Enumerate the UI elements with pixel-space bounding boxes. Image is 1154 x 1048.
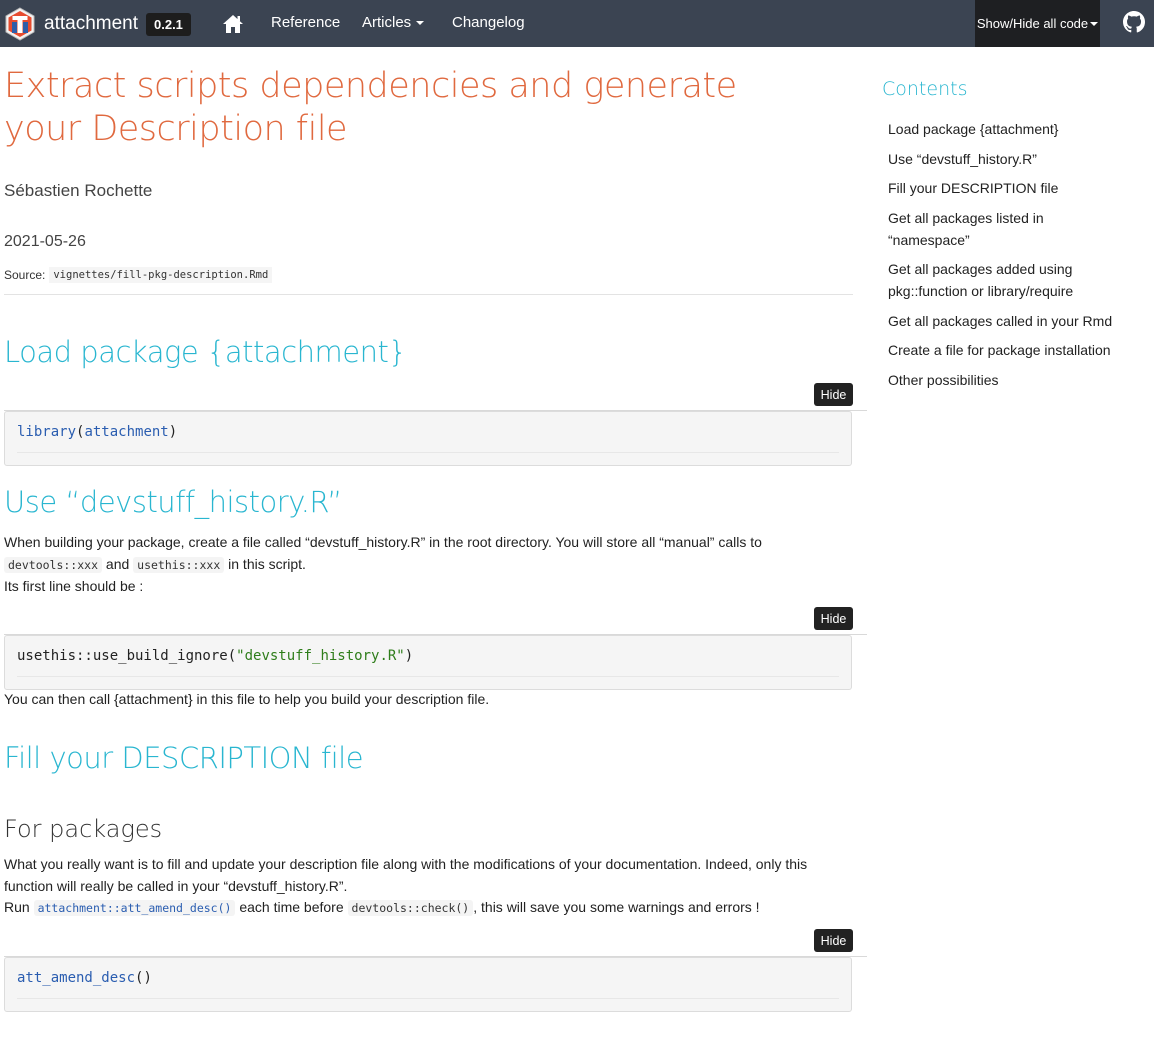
caret-down-icon [416,20,425,25]
home-icon[interactable] [221,12,245,36]
toc-item[interactable]: Fill your DESCRIPTION file [888,177,1118,199]
nav-reference[interactable]: Reference [271,14,340,31]
toc-item[interactable]: Other possibilities [888,369,1118,391]
toc-item[interactable]: Get all packages listed in “namespace” [888,207,1118,251]
code-block: library(attachment) [4,411,852,466]
heading-devstuff: Use “devstuff_history.R” [4,485,342,519]
brand-name[interactable]: attachment [44,13,138,35]
table-of-contents: Contents Load package {attachment} Use “… [882,78,1142,398]
navbar: attachment 0.2.1 Reference Articles Chan… [0,0,1154,47]
hide-code-button[interactable]: Hide [814,607,853,630]
toc-item[interactable]: Get all packages added using pkg::functi… [888,258,1118,302]
heading-for-packages: For packages [4,815,163,843]
page-title: Extract scripts dependencies and generat… [4,66,737,149]
hide-code-button[interactable]: Hide [814,929,853,952]
caret-down-icon [1090,21,1099,26]
date: 2021-05-26 [4,233,86,250]
code-block: att_amend_desc() [4,957,852,1012]
version-badge: 0.2.1 [146,13,191,36]
toc-title: Contents [882,78,968,100]
show-hide-all-code-button[interactable]: Show/Hide all code [975,0,1100,47]
nav-changelog[interactable]: Changelog [452,14,525,31]
toc-item[interactable]: Load package {attachment} [888,118,1118,140]
toc-item[interactable]: Create a file for package installation [888,339,1118,361]
author: Sébastien Rochette [4,181,153,200]
paragraph: What you really want is to fill and upda… [4,856,808,916]
brand[interactable]: attachment 0.2.1 [0,0,191,47]
code-block: usethis::use_build_ignore("devstuff_hist… [4,635,852,690]
heading-fill-description: Fill your DESCRIPTION file [4,741,364,775]
nav-articles[interactable]: Articles [362,14,425,31]
divider [4,294,853,295]
heading-load-package: Load package {attachment} [4,335,407,369]
logo-icon [4,6,36,41]
source-link[interactable]: vignettes/fill-pkg-description.Rmd [49,267,273,283]
source-line: Source: vignettes/fill-pkg-description.R… [4,267,273,283]
paragraph: You can then call {attachment} in this f… [4,691,490,707]
toc-item[interactable]: Use “devstuff_history.R” [888,148,1118,170]
toc-item[interactable]: Get all packages called in your Rmd [888,310,1118,332]
paragraph: When building your package, create a fil… [4,534,762,594]
hide-code-button[interactable]: Hide [814,383,853,406]
github-icon[interactable] [1123,11,1145,33]
